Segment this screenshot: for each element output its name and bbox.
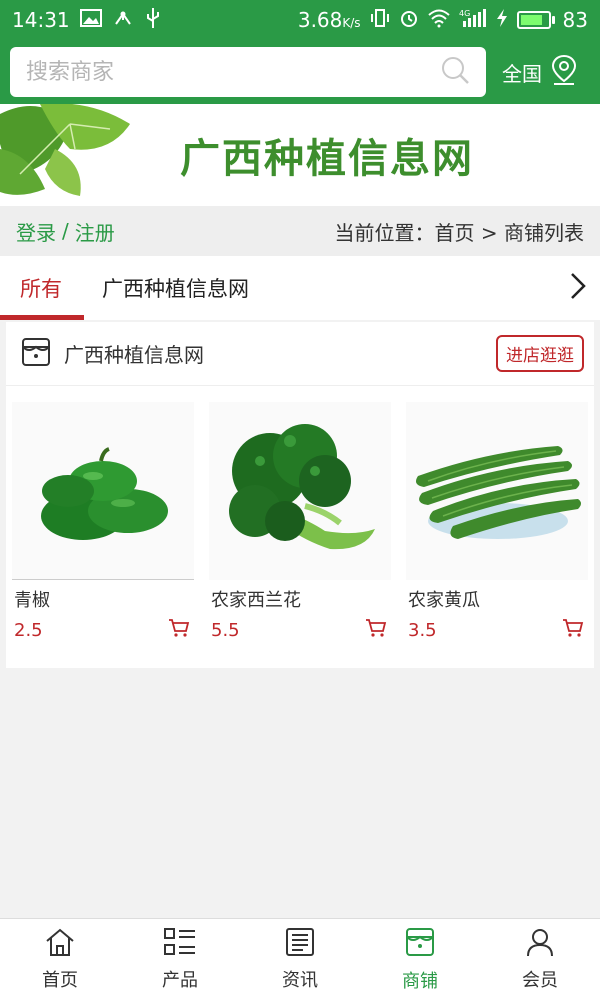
login-link[interactable]: 登录 <box>16 217 56 246</box>
tab-guangxi-planting[interactable]: 广西种植信息网 <box>82 256 269 320</box>
product-image-broccoli[interactable] <box>209 402 391 580</box>
status-bar: 14:31 3.68K/s 4G 83 <box>0 0 600 40</box>
network-speed: 3.68K/s <box>297 8 361 32</box>
store-card: 广西种植信息网 进店逛逛 青椒 2.5 农家西兰花 5.5 农家黄瓜 3.5 <box>6 322 594 668</box>
product-image-green-pepper[interactable] <box>12 402 194 580</box>
svg-text:4G: 4G <box>459 9 470 18</box>
ginkgo-leaf-illustration <box>0 104 130 196</box>
search-input[interactable] <box>26 59 440 85</box>
breadcrumb: 当前位置：首页 > 商铺列表 <box>334 220 584 245</box>
alarm-icon <box>399 8 419 32</box>
product-price: 3.5 <box>408 619 437 641</box>
nav-news[interactable]: 资讯 <box>240 919 360 1000</box>
nav-home-label: 首页 <box>42 970 78 991</box>
region-selector[interactable]: 全国 <box>502 54 578 91</box>
product-card[interactable]: 农家黄瓜 3.5 <box>406 402 588 642</box>
product-price: 2.5 <box>14 619 43 641</box>
product-card[interactable]: 农家西兰花 5.5 <box>209 402 391 642</box>
cart-icon[interactable] <box>168 618 190 642</box>
app-header: 全国 <box>0 40 600 104</box>
product-name: 农家黄瓜 <box>408 590 480 611</box>
store-card-header: 广西种植信息网 进店逛逛 <box>6 322 594 386</box>
nav-member[interactable]: 会员 <box>480 919 600 1000</box>
product-list: 青椒 2.5 农家西兰花 5.5 农家黄瓜 3.5 <box>6 386 594 642</box>
tab-all[interactable]: 所有 <box>0 256 84 320</box>
product-card[interactable]: 青椒 2.5 <box>12 402 194 642</box>
region-label: 全国 <box>502 61 542 86</box>
cart-icon[interactable] <box>562 618 584 642</box>
product-image-cucumber[interactable] <box>406 402 588 580</box>
usb-icon <box>144 7 162 33</box>
register-link[interactable]: 注册 <box>75 217 115 246</box>
login-register-separator: / <box>62 219 69 243</box>
store-name: 广西种植信息网 <box>64 343 204 367</box>
nav-news-label: 资讯 <box>282 970 318 991</box>
breadcrumb-bar: 登录 / 注册 当前位置：首页 > 商铺列表 <box>0 206 600 256</box>
bottom-nav: 首页 产品 资讯 商铺 会员 <box>0 918 600 1000</box>
signal-icon: 4G <box>459 8 487 32</box>
chevron-right-icon[interactable] <box>568 270 588 306</box>
cart-icon[interactable] <box>365 618 387 642</box>
site-banner: 广西种植信息网 <box>0 104 600 206</box>
search-box[interactable] <box>10 47 486 97</box>
share-icon <box>112 8 134 32</box>
nav-products[interactable]: 产品 <box>120 919 240 1000</box>
nav-stores[interactable]: 商铺 <box>360 919 480 1000</box>
nav-stores-label: 商铺 <box>402 971 438 992</box>
category-tabs: 所有 广西种植信息网 <box>0 256 600 320</box>
store-icon <box>20 336 52 372</box>
location-pin-icon <box>550 54 578 91</box>
grid-list-icon <box>163 927 197 962</box>
site-title: 广西种植信息网 <box>180 135 474 182</box>
wifi-icon <box>427 8 451 32</box>
nav-home[interactable]: 首页 <box>0 919 120 1000</box>
product-price: 5.5 <box>211 619 240 641</box>
status-time: 14:31 <box>12 8 70 32</box>
home-icon <box>44 927 76 962</box>
image-icon <box>79 9 102 31</box>
search-icon[interactable] <box>440 55 470 89</box>
nav-member-label: 会员 <box>522 970 558 991</box>
visit-store-button[interactable]: 进店逛逛 <box>496 335 584 372</box>
product-name: 青椒 <box>14 590 50 611</box>
battery-percent: 83 <box>562 8 588 32</box>
user-icon <box>525 927 555 962</box>
vibrate-icon <box>369 8 391 32</box>
news-icon <box>285 927 315 962</box>
charging-icon <box>495 8 509 32</box>
product-name: 农家西兰花 <box>211 590 301 611</box>
battery-icon <box>516 11 555 29</box>
store-icon <box>404 926 436 963</box>
nav-products-label: 产品 <box>162 970 198 991</box>
